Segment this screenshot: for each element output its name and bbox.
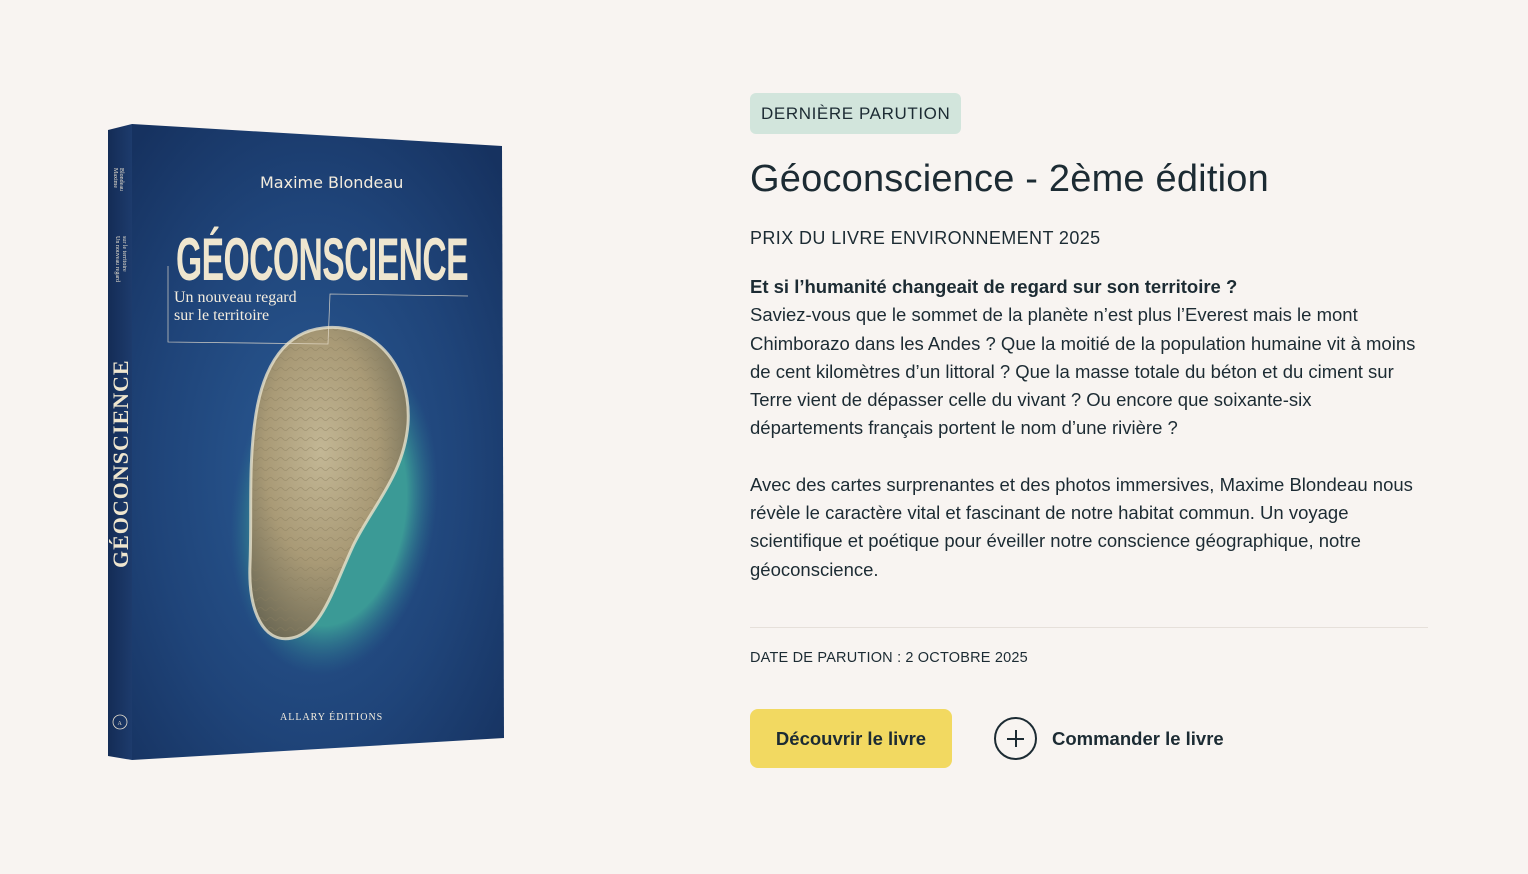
page: Maxime Blondeau Un nouveau regard sur le… xyxy=(0,0,1528,874)
spine-subtitle: Un nouveau regard xyxy=(114,236,120,282)
spine-author: Maxime xyxy=(112,168,118,188)
cover-subtitle-line2: sur le territoire xyxy=(174,307,269,324)
description-body-1: Saviez-vous que le sommet de la planète … xyxy=(750,304,1416,439)
spine-subtitle-2: sur le territoire xyxy=(121,236,127,272)
prize-label: PRIX DU LIVRE ENVIRONNEMENT 2025 xyxy=(750,228,1101,248)
discover-book-button[interactable]: Découvrir le livre xyxy=(750,709,952,769)
release-date-label: DATE DE PARUTION : xyxy=(750,649,902,666)
cover-author: Maxime Blondeau xyxy=(260,173,403,192)
order-book-button[interactable]: Commander le livre xyxy=(994,717,1224,761)
divider xyxy=(750,626,1428,628)
release-date-value: 2 OCTOBRE 2025 xyxy=(905,649,1028,666)
cover-subtitle-line1: Un nouveau regard xyxy=(174,289,297,306)
cover-publisher: ALLARY ÉDITIONS xyxy=(280,711,383,723)
description-lead: Et si l’humanité changeait de regard sur… xyxy=(750,276,1238,297)
spine-logo: A xyxy=(118,721,123,727)
description-paragraph-2: Avec des cartes surprenantes et des phot… xyxy=(750,473,1413,580)
release-badge: DERNIÈRE PARUTION xyxy=(750,93,962,134)
release-date: DATE DE PARUTION :2 OCTOBRE 2025 xyxy=(750,649,1428,667)
actions: Découvrir le livre Commander le livre xyxy=(750,709,1428,769)
book-details: DERNIÈRE PARUTION Géoconscience - 2ème é… xyxy=(750,93,1428,769)
plus-circle-icon xyxy=(994,717,1037,761)
order-book-label: Commander le livre xyxy=(1052,727,1224,749)
book-description: Et si l’humanité changeait de regard sur… xyxy=(750,273,1428,584)
description-paragraph-1: Et si l’humanité changeait de regard sur… xyxy=(750,273,1428,443)
spine-author-2: Blondeau xyxy=(118,168,124,191)
spine-title: GÉOCONSCIENCE xyxy=(108,359,133,568)
book-cover-image: Maxime Blondeau Un nouveau regard sur le… xyxy=(108,124,504,760)
book-title: Géoconscience - 2ème édition xyxy=(750,158,1269,200)
cover-title: GÉOCONSCIENCE xyxy=(176,226,468,293)
